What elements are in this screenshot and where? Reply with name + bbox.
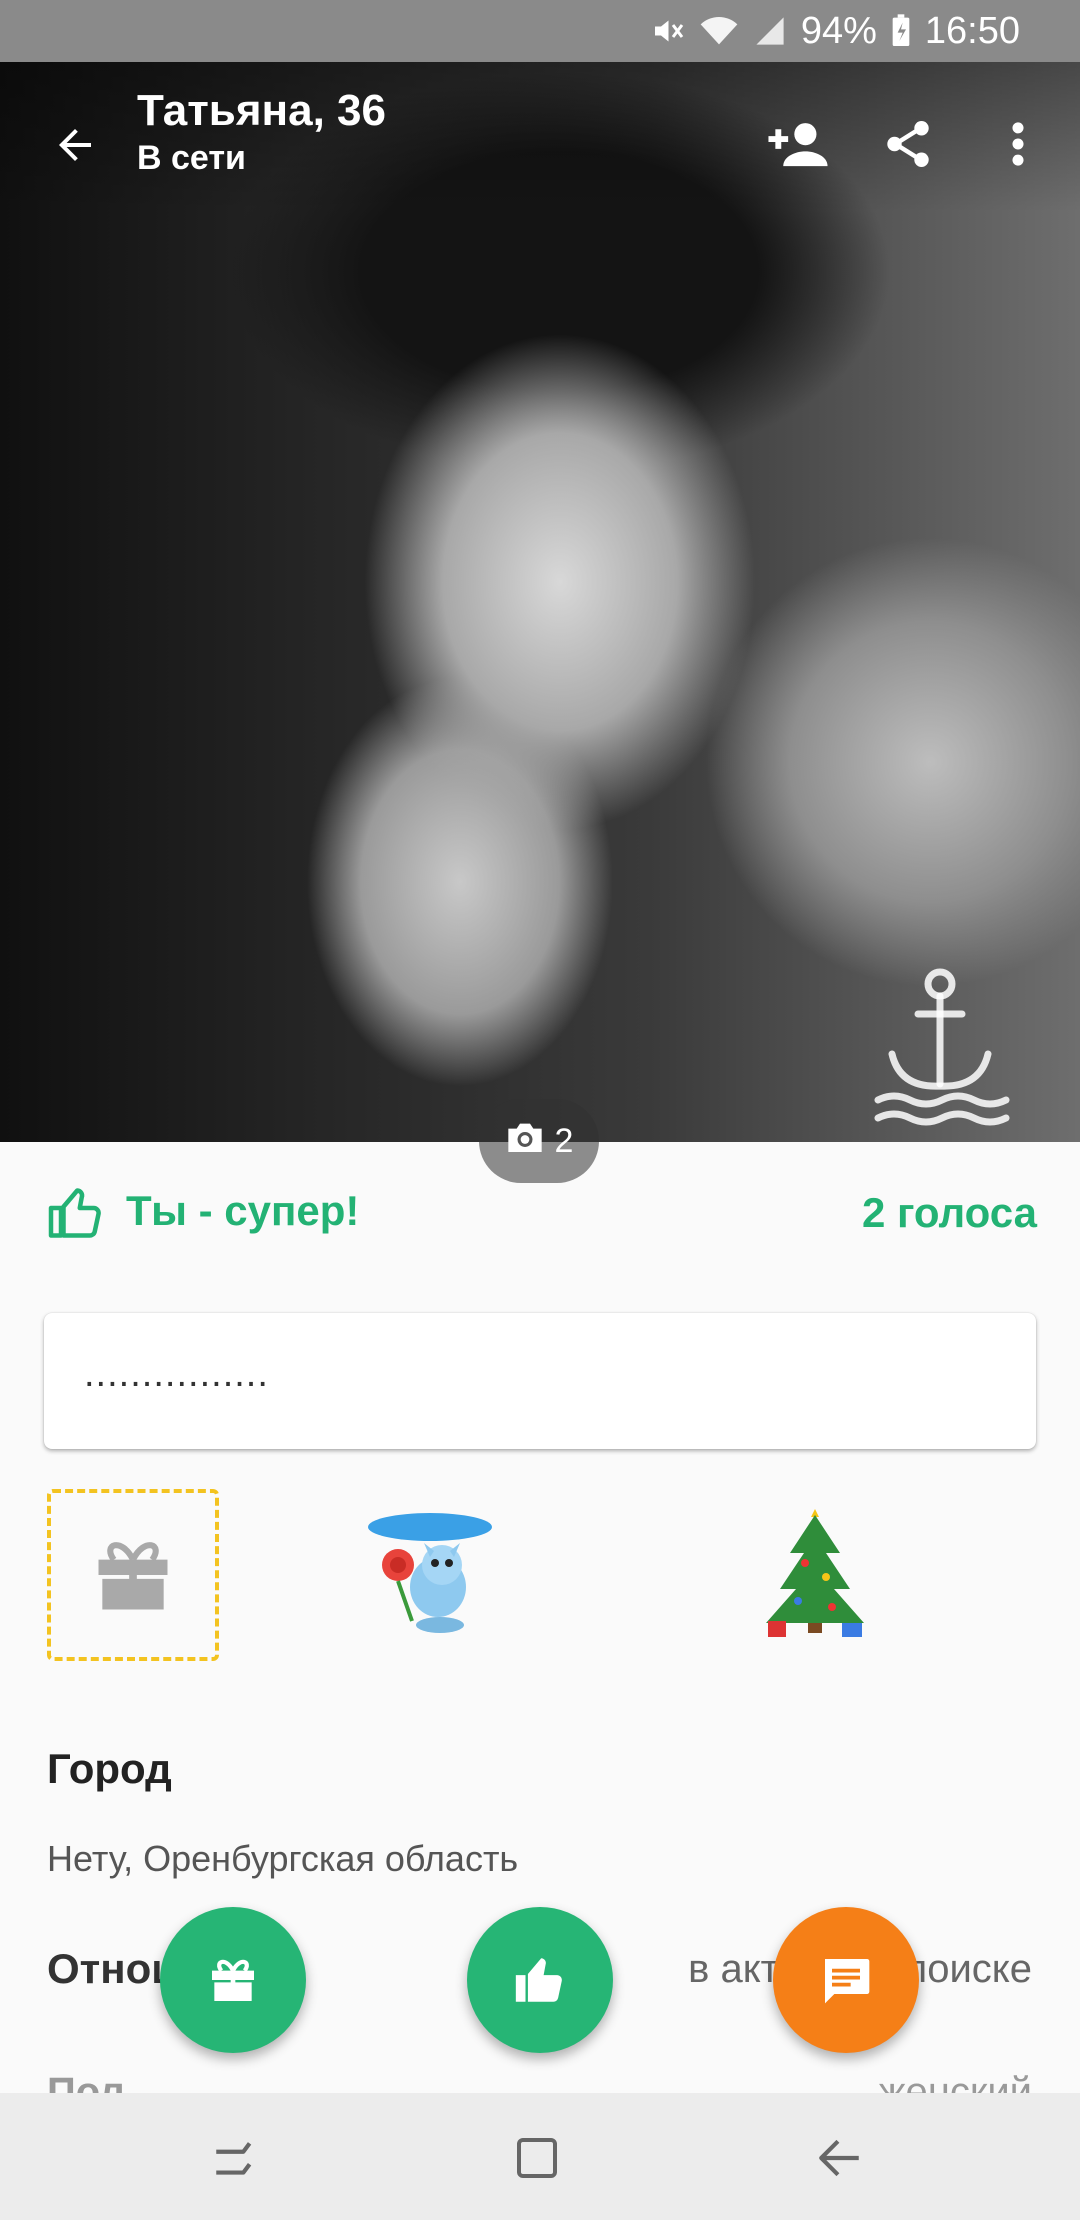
thumbs-up-outline-icon — [48, 1188, 101, 1238]
like-button[interactable] — [467, 1907, 613, 2053]
profile-name-age: Татьяна, 36 — [137, 86, 386, 135]
profile-photo[interactable]: 2 — [0, 62, 1080, 1183]
city-value: Нету, Оренбургская область — [47, 1838, 519, 1879]
more-vertical-icon — [1012, 122, 1024, 166]
battery-percent: 94% — [800, 9, 877, 52]
thumbs-up-icon — [515, 1958, 562, 2002]
votes-count[interactable]: 2 голоса — [862, 1189, 1037, 1237]
rating-row[interactable]: Ты - супер! 2 голоса — [0, 1145, 1080, 1275]
status-message: ................ — [84, 1353, 269, 1395]
status-icons: 94% 16:50 — [649, 0, 1020, 62]
person-add-icon — [768, 123, 828, 167]
system-nav-bar — [0, 2093, 1080, 2220]
back-button[interactable] — [40, 110, 110, 180]
gift-icon — [212, 1959, 254, 2001]
more-options-button[interactable] — [978, 104, 1058, 184]
message-icon — [825, 1959, 870, 2004]
cat-with-rose-gift-icon[interactable] — [360, 1507, 500, 1647]
rating-label: Ты - супер! — [126, 1187, 360, 1234]
nav-back-button[interactable] — [805, 2123, 875, 2193]
clock: 16:50 — [924, 9, 1020, 52]
arrow-left-icon — [59, 129, 91, 161]
profile-title: Татьяна, 36 В сети — [137, 84, 386, 178]
gifts-row — [0, 1487, 1080, 1672]
share-icon — [887, 121, 929, 167]
send-gift-slot[interactable] — [47, 1489, 219, 1661]
battery-icon — [891, 14, 911, 48]
status-bar: 94% 16:50 — [0, 0, 1080, 62]
profile-toolbar: Татьяна, 36 В сети — [0, 62, 1080, 212]
anchor-watermark-icon — [874, 968, 1010, 1126]
send-message-button[interactable] — [773, 1907, 919, 2053]
home-square-icon — [517, 2138, 557, 2178]
send-gift-button[interactable] — [160, 1907, 306, 2053]
status-message-card: ................ — [44, 1313, 1036, 1449]
toolbar-actions — [758, 104, 1058, 184]
city-title: Город — [47, 1745, 172, 1792]
home-button[interactable] — [502, 2123, 572, 2193]
recent-apps-icon — [216, 2142, 252, 2175]
add-friend-button[interactable] — [758, 104, 838, 184]
mute-icon — [649, 13, 685, 49]
recent-apps-button[interactable] — [200, 2123, 270, 2193]
nav-back-icon — [819, 2139, 859, 2177]
share-button[interactable] — [868, 104, 948, 184]
signal-icon — [753, 14, 787, 48]
christmas-tree-gift-icon[interactable] — [760, 1503, 870, 1643]
wifi-icon — [699, 13, 739, 49]
online-status: В сети — [137, 139, 246, 177]
gift-icon — [98, 1542, 168, 1610]
